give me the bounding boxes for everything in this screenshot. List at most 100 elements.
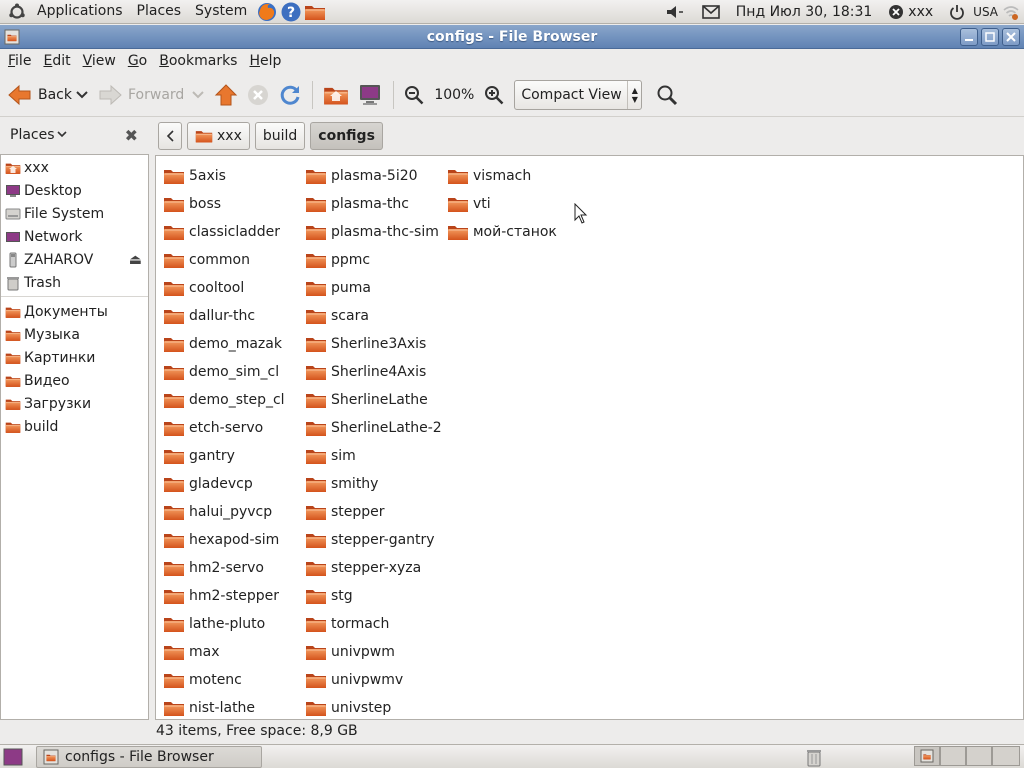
sidebar-item-documents[interactable]: Документы bbox=[1, 300, 148, 323]
help-launcher-icon[interactable]: ? bbox=[280, 1, 302, 23]
file-browser-launcher-icon[interactable] bbox=[304, 1, 326, 23]
folder-item[interactable]: hexapod-sim bbox=[163, 526, 285, 554]
sidebar-item-downloads[interactable]: Загрузки bbox=[1, 392, 148, 415]
workspace-3[interactable] bbox=[966, 746, 992, 766]
close-window-button[interactable] bbox=[1002, 27, 1020, 46]
view-menu[interactable]: View bbox=[75, 53, 120, 69]
sidebar-item-usb-drive[interactable]: ZAHAROV ⏏ bbox=[1, 248, 148, 271]
help-menu[interactable]: Help bbox=[241, 53, 285, 69]
firefox-launcher-icon[interactable] bbox=[256, 1, 278, 23]
edit-menu[interactable]: Edit bbox=[35, 53, 74, 69]
sidebar-item-trash[interactable]: Trash bbox=[1, 271, 148, 294]
folder-item[interactable]: halui_pyvcp bbox=[163, 498, 285, 526]
folder-item[interactable]: nist-lathe bbox=[163, 694, 285, 719]
reload-button[interactable] bbox=[274, 77, 306, 113]
taskbar-window-button[interactable]: configs - File Browser bbox=[36, 745, 262, 768]
file-view[interactable]: 5axis boss classicladder common cooltool dall… bbox=[155, 155, 1024, 720]
folder-item[interactable]: stepper-gantry bbox=[305, 526, 442, 554]
folder-item[interactable]: demo_sim_cl bbox=[163, 358, 285, 386]
folder-item[interactable]: plasma-thc bbox=[305, 190, 442, 218]
sidebar-item-home[interactable]: xxx bbox=[1, 156, 148, 179]
sidebar-item-pictures[interactable]: Картинки bbox=[1, 346, 148, 369]
sidebar-item-network[interactable]: Network bbox=[1, 225, 148, 248]
applications-menu[interactable]: Applications bbox=[30, 0, 130, 24]
folder-item[interactable]: motenc bbox=[163, 666, 285, 694]
go-menu[interactable]: Go bbox=[120, 53, 151, 69]
folder-item[interactable]: 5axis bbox=[163, 162, 285, 190]
folder-item[interactable]: lathe-pluto bbox=[163, 610, 285, 638]
power-icon[interactable] bbox=[941, 0, 973, 24]
folder-item[interactable]: Sherline3Axis bbox=[305, 330, 442, 358]
folder-item[interactable]: common bbox=[163, 246, 285, 274]
folder-item[interactable]: gantry bbox=[163, 442, 285, 470]
stop-button[interactable] bbox=[242, 77, 274, 113]
trash-applet-icon[interactable] bbox=[804, 747, 824, 767]
system-menu[interactable]: System bbox=[188, 0, 254, 24]
workspace-2[interactable] bbox=[940, 746, 966, 766]
folder-item[interactable]: SherlineLathe-2 bbox=[305, 414, 442, 442]
folder-item[interactable]: plasma-5i20 bbox=[305, 162, 442, 190]
folder-item[interactable]: univpwm bbox=[305, 638, 442, 666]
clock[interactable]: Пнд Июл 30, 18:31 bbox=[728, 0, 881, 24]
show-desktop-icon[interactable] bbox=[3, 748, 23, 766]
folder-item[interactable]: stg bbox=[305, 582, 442, 610]
path-segment-home[interactable]: xxx bbox=[187, 122, 250, 150]
path-scroll-left-button[interactable] bbox=[158, 122, 182, 150]
minimize-button[interactable] bbox=[960, 27, 978, 46]
folder-item[interactable]: gladevcp bbox=[163, 470, 285, 498]
sidebar-item-file-system[interactable]: File System bbox=[1, 202, 148, 225]
user-menu[interactable]: xxx bbox=[880, 0, 941, 24]
folder-item[interactable]: classicladder bbox=[163, 218, 285, 246]
folder-item[interactable]: boss bbox=[163, 190, 285, 218]
view-mode-select[interactable]: Compact View ▲ ▼ bbox=[514, 79, 643, 110]
forward-history-dropdown[interactable] bbox=[188, 77, 210, 113]
folder-item[interactable]: stepper-xyza bbox=[305, 554, 442, 582]
sidebar-item-build[interactable]: build bbox=[1, 415, 148, 438]
file-menu[interactable]: File bbox=[0, 53, 35, 69]
folder-item[interactable]: tormach bbox=[305, 610, 442, 638]
folder-item[interactable]: vismach bbox=[447, 162, 557, 190]
close-side-pane-icon[interactable]: ✖ bbox=[125, 126, 138, 145]
eject-icon[interactable]: ⏏ bbox=[129, 252, 142, 268]
mail-icon[interactable] bbox=[694, 0, 728, 24]
sidebar-item-desktop[interactable]: Desktop bbox=[1, 179, 148, 202]
back-history-dropdown[interactable] bbox=[76, 77, 94, 113]
zoom-level[interactable]: 100% bbox=[428, 87, 480, 103]
pane-resize-handle[interactable] bbox=[150, 154, 154, 720]
keyboard-layout[interactable]: USA bbox=[973, 0, 1002, 24]
folder-item[interactable]: ppmc bbox=[305, 246, 442, 274]
sidebar-item-music[interactable]: Музыка bbox=[1, 323, 148, 346]
folder-item[interactable]: puma bbox=[305, 274, 442, 302]
workspace-4[interactable] bbox=[992, 746, 1020, 766]
network-wireless-icon[interactable] bbox=[1002, 0, 1024, 24]
window-menu-icon[interactable] bbox=[4, 29, 20, 45]
up-button[interactable] bbox=[210, 77, 242, 113]
folder-item[interactable]: cooltool bbox=[163, 274, 285, 302]
forward-button[interactable]: Forward bbox=[94, 77, 188, 113]
folder-item[interactable]: vti bbox=[447, 190, 557, 218]
folder-item[interactable]: plasma-thc-sim bbox=[305, 218, 442, 246]
folder-item[interactable]: smithy bbox=[305, 470, 442, 498]
ubuntu-logo-icon[interactable] bbox=[6, 1, 28, 23]
folder-item[interactable]: scara bbox=[305, 302, 442, 330]
maximize-button[interactable] bbox=[981, 27, 999, 46]
folder-item[interactable]: sim bbox=[305, 442, 442, 470]
volume-icon[interactable] bbox=[658, 0, 694, 24]
path-segment-build[interactable]: build bbox=[254, 122, 306, 150]
window-titlebar[interactable]: configs - File Browser bbox=[0, 25, 1024, 49]
folder-item[interactable]: demo_mazak bbox=[163, 330, 285, 358]
path-segment-configs[interactable]: configs bbox=[310, 122, 383, 150]
folder-item[interactable]: etch-servo bbox=[163, 414, 285, 442]
folder-item[interactable]: Sherline4Axis bbox=[305, 358, 442, 386]
zoom-in-button[interactable] bbox=[480, 77, 508, 113]
folder-item[interactable]: мой-станок bbox=[447, 218, 557, 246]
zoom-out-button[interactable] bbox=[400, 77, 428, 113]
folder-item[interactable]: SherlineLathe bbox=[305, 386, 442, 414]
folder-item[interactable]: max bbox=[163, 638, 285, 666]
folder-item[interactable]: univstep bbox=[305, 694, 442, 719]
search-button[interactable] bbox=[652, 77, 682, 113]
folder-item[interactable]: stepper bbox=[305, 498, 442, 526]
places-menu[interactable]: Places bbox=[130, 0, 189, 24]
computer-button[interactable] bbox=[353, 77, 387, 113]
folder-item[interactable]: hm2-stepper bbox=[163, 582, 285, 610]
